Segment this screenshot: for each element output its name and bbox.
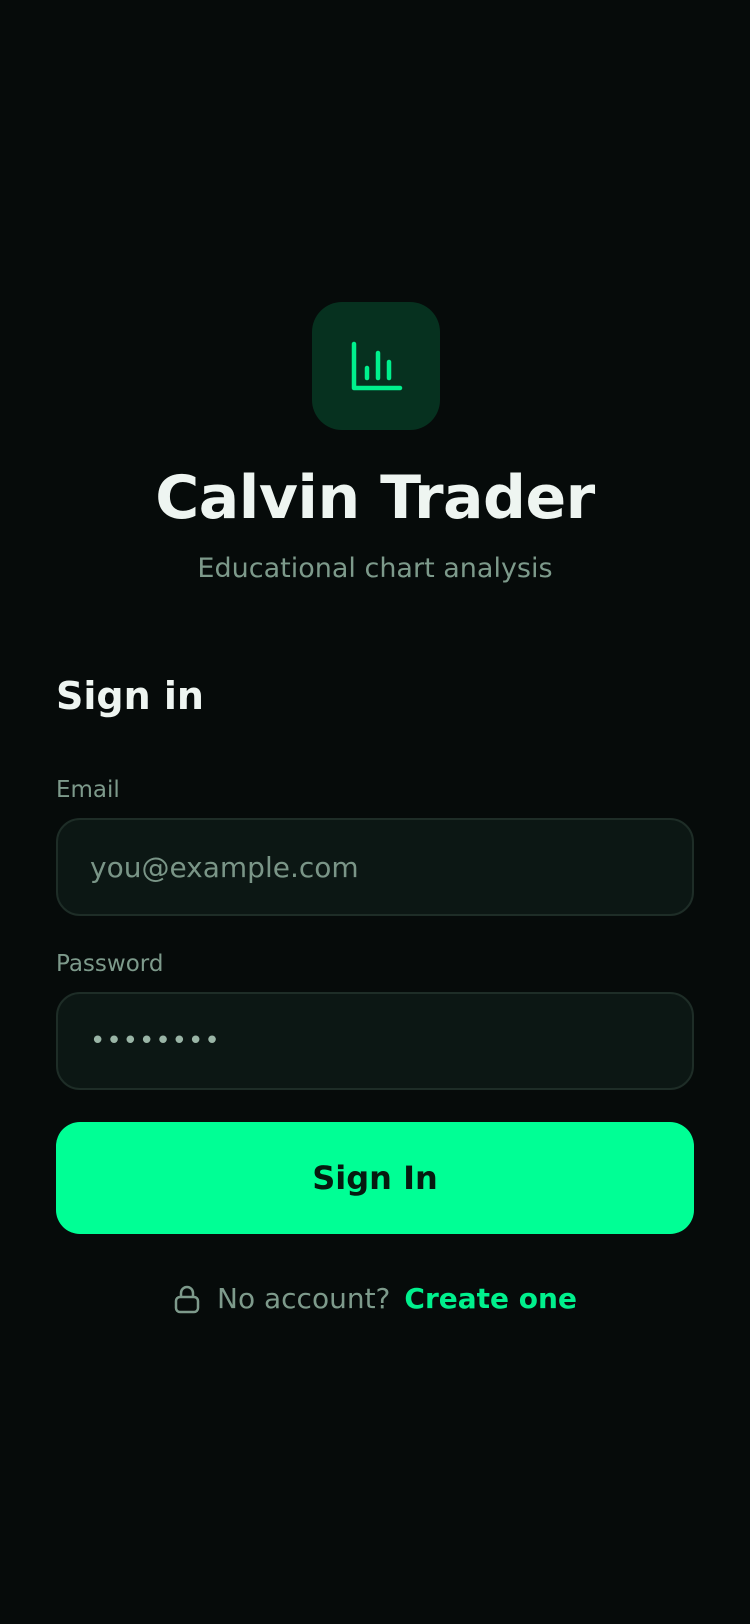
sign-in-button[interactable]: Sign In (56, 1122, 694, 1234)
app-subtitle: Educational chart analysis (197, 553, 553, 584)
password-field[interactable]: •••••••• (56, 992, 694, 1090)
email-field-container[interactable] (56, 818, 694, 916)
create-account-row: No account? Create one (0, 1282, 750, 1315)
password-value[interactable]: •••••••• (90, 1026, 221, 1056)
lock-icon (173, 1284, 201, 1314)
sign-in-heading: Sign in (56, 674, 204, 718)
app-logo (312, 302, 440, 430)
email-label: Email (56, 777, 120, 803)
create-account-link[interactable]: Create one (404, 1282, 577, 1315)
bar-chart-icon (351, 341, 403, 391)
password-label: Password (56, 951, 164, 977)
no-account-text: No account? (217, 1282, 391, 1315)
email-field[interactable] (90, 850, 650, 884)
app-title: Calvin Trader (155, 463, 595, 533)
